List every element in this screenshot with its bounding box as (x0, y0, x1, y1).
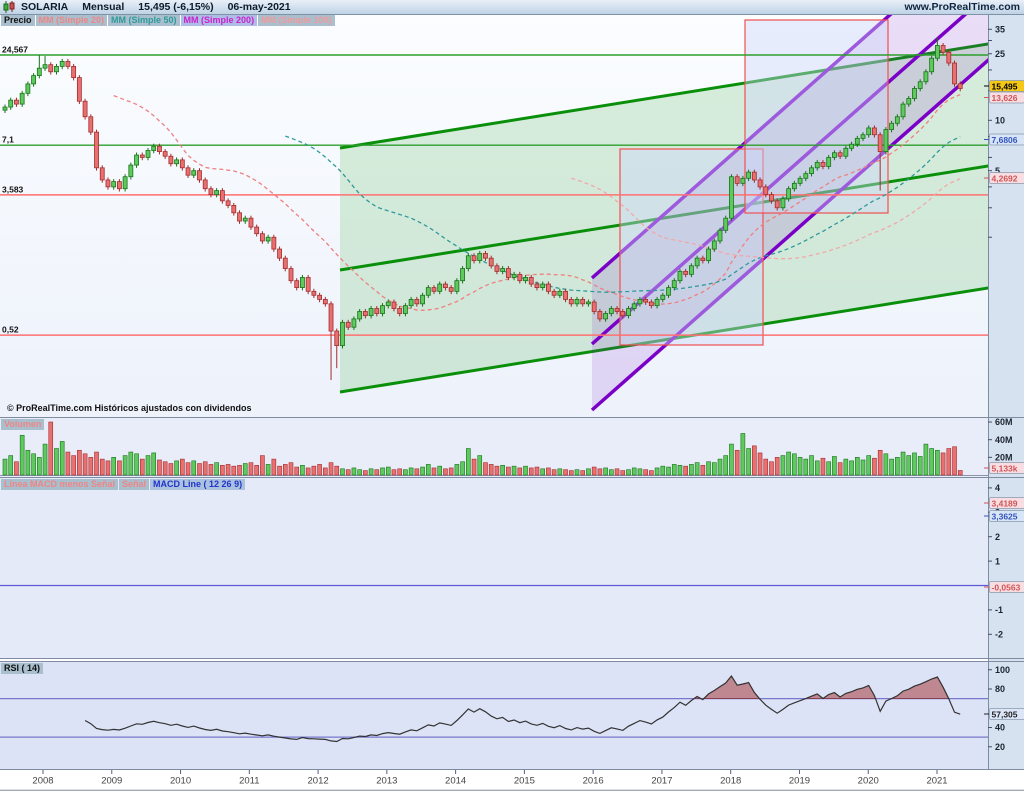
indicator-legend-chip[interactable]: MACD Line ( 12 26 9) (150, 479, 245, 490)
svg-text:57,305: 57,305 (992, 709, 1018, 719)
svg-text:-2: -2 (995, 630, 1003, 640)
svg-text:5,133k: 5,133k (992, 463, 1018, 473)
volume-legend: Volumen (1, 419, 45, 430)
price-indicator-legend: PrecioMM (Simple 20)MM (Simple 50)MM (Si… (1, 15, 336, 26)
svg-text:15,495: 15,495 (992, 81, 1018, 91)
symbol-name: SOLARIA (21, 1, 68, 13)
rsi-legend: RSI ( 14) (1, 663, 44, 674)
svg-text:2020: 2020 (858, 776, 879, 787)
svg-text:2: 2 (995, 532, 1000, 542)
indicator-legend-chip[interactable]: MM (Simple 100) (258, 15, 335, 26)
svg-text:2018: 2018 (720, 776, 741, 787)
svg-text:2019: 2019 (789, 776, 810, 787)
svg-text:0,52: 0,52 (2, 325, 19, 335)
rsi-panel-bg (0, 662, 988, 770)
svg-text:24,567: 24,567 (2, 45, 28, 55)
svg-text:1: 1 (995, 556, 1000, 566)
svg-text:2010: 2010 (170, 776, 191, 787)
svg-text:7,1: 7,1 (2, 135, 14, 145)
svg-text:20: 20 (995, 742, 1005, 752)
svg-text:2011: 2011 (239, 776, 259, 787)
svg-text:2014: 2014 (445, 776, 466, 787)
timeframe-label[interactable]: Mensual (82, 1, 124, 13)
svg-text:2012: 2012 (308, 776, 329, 787)
svg-text:3,3625: 3,3625 (992, 511, 1018, 521)
indicator-legend-chip[interactable]: MM (Simple 200) (181, 15, 258, 26)
svg-text:2017: 2017 (651, 776, 672, 787)
svg-text:13,626: 13,626 (992, 93, 1018, 103)
svg-text:2021: 2021 (926, 776, 947, 787)
svg-text:3,583: 3,583 (2, 184, 24, 194)
svg-text:3,4189: 3,4189 (992, 498, 1018, 508)
svg-text:20M: 20M (995, 453, 1013, 463)
indicator-legend-chip[interactable]: Precio (1, 15, 35, 26)
zoom-box[interactable] (745, 20, 888, 213)
chart-canvas[interactable]: 24,5677,13,5830,52352510560M40M20M4321-1… (0, 0, 1024, 791)
session-date-label: 06-may-2021 (228, 1, 291, 13)
indicator-legend-chip[interactable]: MM (Simple 50) (108, 15, 180, 26)
svg-text:4: 4 (995, 483, 1000, 493)
macd-indicator-legend: Línea MACD menos SeñalSeñalMACD Line ( 1… (1, 479, 246, 490)
copyright-note: © ProRealTime.com Históricos ajustados c… (7, 403, 252, 413)
svg-text:25: 25 (995, 49, 1005, 59)
candlestick-symbol-icon (3, 1, 16, 13)
svg-text:4,2692: 4,2692 (992, 173, 1018, 183)
indicator-legend-chip[interactable]: Señal (119, 479, 149, 490)
svg-text:-1: -1 (995, 605, 1003, 615)
right-axis-gutter (988, 14, 1024, 770)
indicator-legend-chip[interactable]: Línea MACD menos Señal (1, 479, 118, 490)
svg-text:40M: 40M (995, 435, 1013, 445)
svg-text:80: 80 (995, 684, 1005, 694)
svg-text:100: 100 (995, 665, 1010, 675)
prorealtime-window: SOLARIA Mensual 15,495 (-6,15%) 06-may-2… (0, 0, 1024, 791)
svg-text:2015: 2015 (514, 776, 535, 787)
prorealtime-watermark: www.ProRealTime.com (904, 1, 1020, 13)
svg-text:2009: 2009 (101, 776, 122, 787)
svg-text:60M: 60M (995, 417, 1013, 427)
svg-text:35: 35 (995, 24, 1005, 34)
svg-text:40: 40 (995, 723, 1005, 733)
svg-text:2013: 2013 (376, 776, 397, 787)
rsi-legend-chip[interactable]: RSI ( 14) (1, 663, 43, 674)
chart-header-bar: SOLARIA Mensual 15,495 (-6,15%) 06-may-2… (0, 0, 1024, 15)
svg-text:7,6806: 7,6806 (992, 135, 1018, 145)
last-quote-label: 15,495 (-6,15%) (138, 1, 213, 13)
indicator-legend-chip[interactable]: MM (Simple 20) (36, 15, 108, 26)
svg-text:2016: 2016 (583, 776, 604, 787)
svg-text:2008: 2008 (32, 776, 53, 787)
svg-text:10: 10 (995, 116, 1005, 126)
macd-panel-bg (0, 478, 988, 658)
volume-legend-chip[interactable]: Volumen (1, 419, 44, 430)
svg-text:-0,0563: -0,0563 (992, 582, 1021, 592)
